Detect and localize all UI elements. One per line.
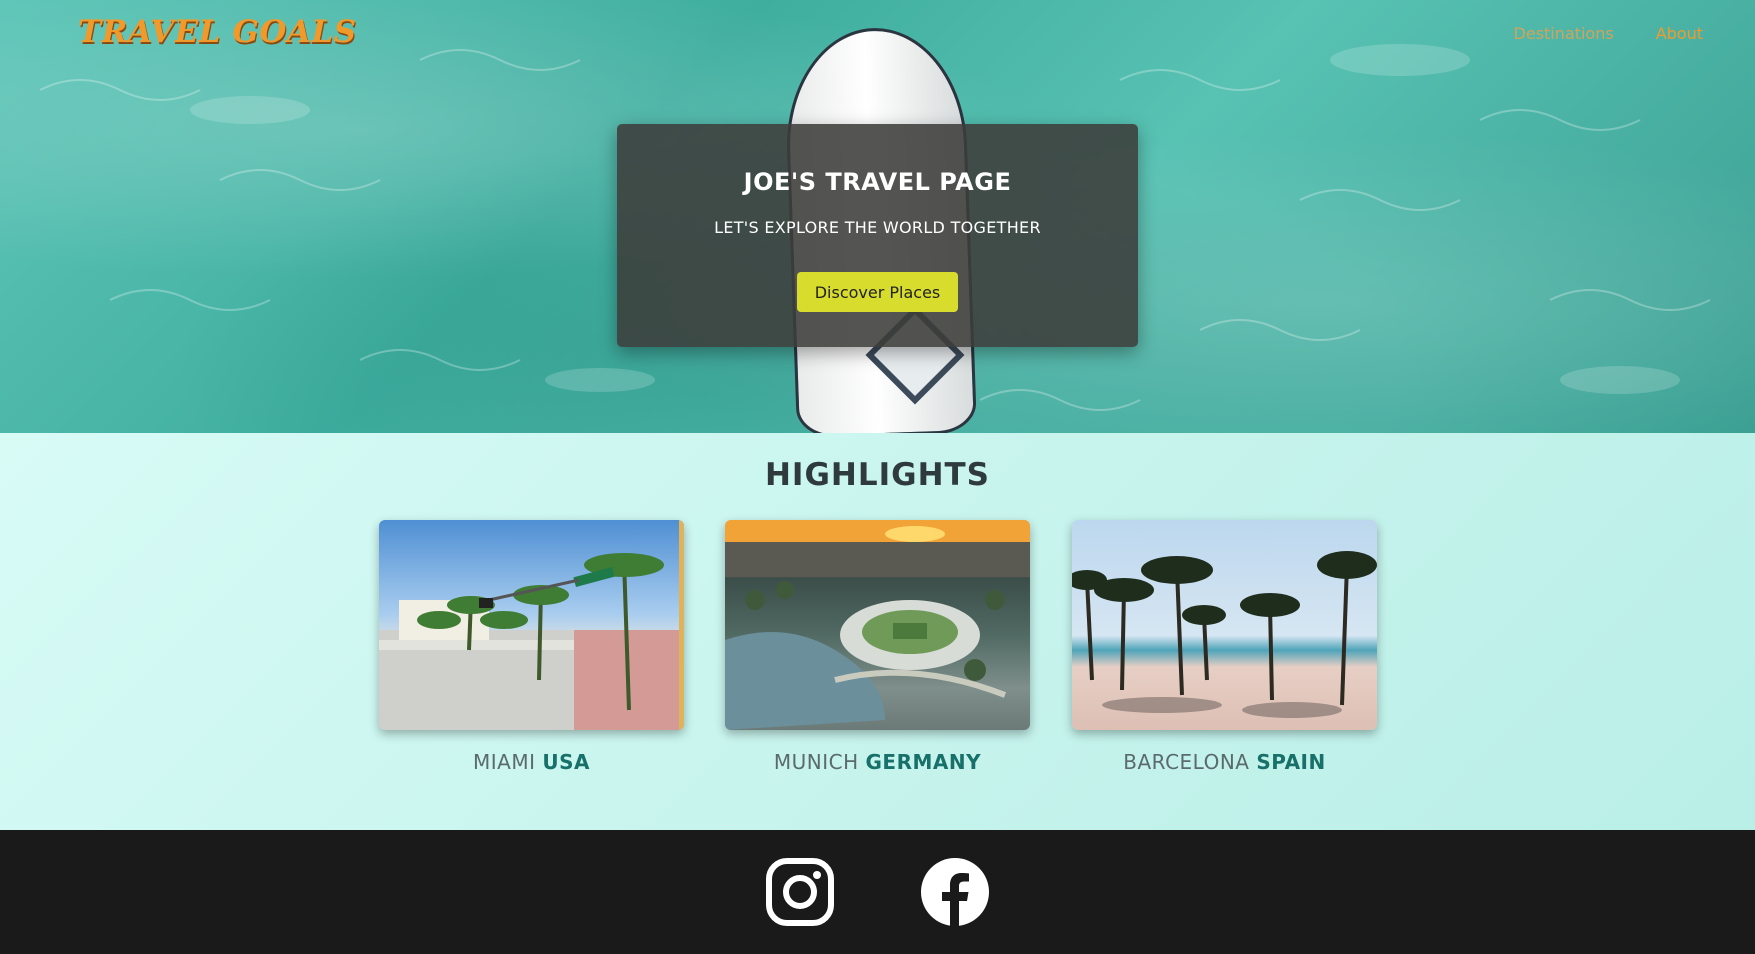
footer	[0, 830, 1755, 954]
destination-card-miami[interactable]: MIAMI USA	[379, 520, 684, 774]
munich-scene	[725, 520, 1030, 730]
hero-card: JOE'S TRAVEL PAGE LET'S EXPLORE THE WORL…	[617, 124, 1138, 347]
card-caption: MUNICH GERMANY	[725, 750, 1030, 774]
country-name: USA	[542, 750, 590, 774]
destination-card-munich[interactable]: MUNICH GERMANY	[725, 520, 1030, 774]
discover-places-button[interactable]: Discover Places	[797, 272, 958, 312]
country-name: GERMANY	[865, 750, 982, 774]
country-name: SPAIN	[1256, 750, 1326, 774]
card-caption: MIAMI USA	[379, 750, 684, 774]
facebook-icon[interactable]	[920, 857, 990, 927]
miami-photo[interactable]	[379, 520, 684, 730]
nav-link-about[interactable]: About	[1656, 24, 1703, 43]
highlights-title: HIGHLIGHTS	[764, 457, 991, 493]
brand-logo[interactable]: TRAVEL GOALS	[78, 14, 357, 50]
city-name: BARCELONA	[1123, 750, 1250, 774]
munich-photo[interactable]	[725, 520, 1030, 730]
city-name: MIAMI	[473, 750, 536, 774]
hero-subtitle: LET'S EXPLORE THE WORLD TOGETHER	[714, 218, 1041, 237]
hero-section: TRAVEL GOALS Destinations About JOE'S TR…	[0, 0, 1755, 433]
city-name: MUNICH	[773, 750, 859, 774]
miami-scene	[379, 520, 684, 730]
top-nav: Destinations About	[1514, 24, 1703, 43]
barcelona-photo[interactable]	[1072, 520, 1377, 730]
hero-title: JOE'S TRAVEL PAGE	[743, 168, 1012, 196]
barcelona-scene	[1072, 551, 1377, 718]
destination-card-barcelona[interactable]: BARCELONA SPAIN	[1072, 520, 1377, 774]
nav-link-destinations[interactable]: Destinations	[1514, 24, 1614, 43]
instagram-icon[interactable]	[765, 857, 835, 927]
highlights-section: HIGHLIGHTS MIAMI USA MUNICH GERMANY BARC…	[0, 433, 1755, 830]
card-caption: BARCELONA SPAIN	[1072, 750, 1377, 774]
